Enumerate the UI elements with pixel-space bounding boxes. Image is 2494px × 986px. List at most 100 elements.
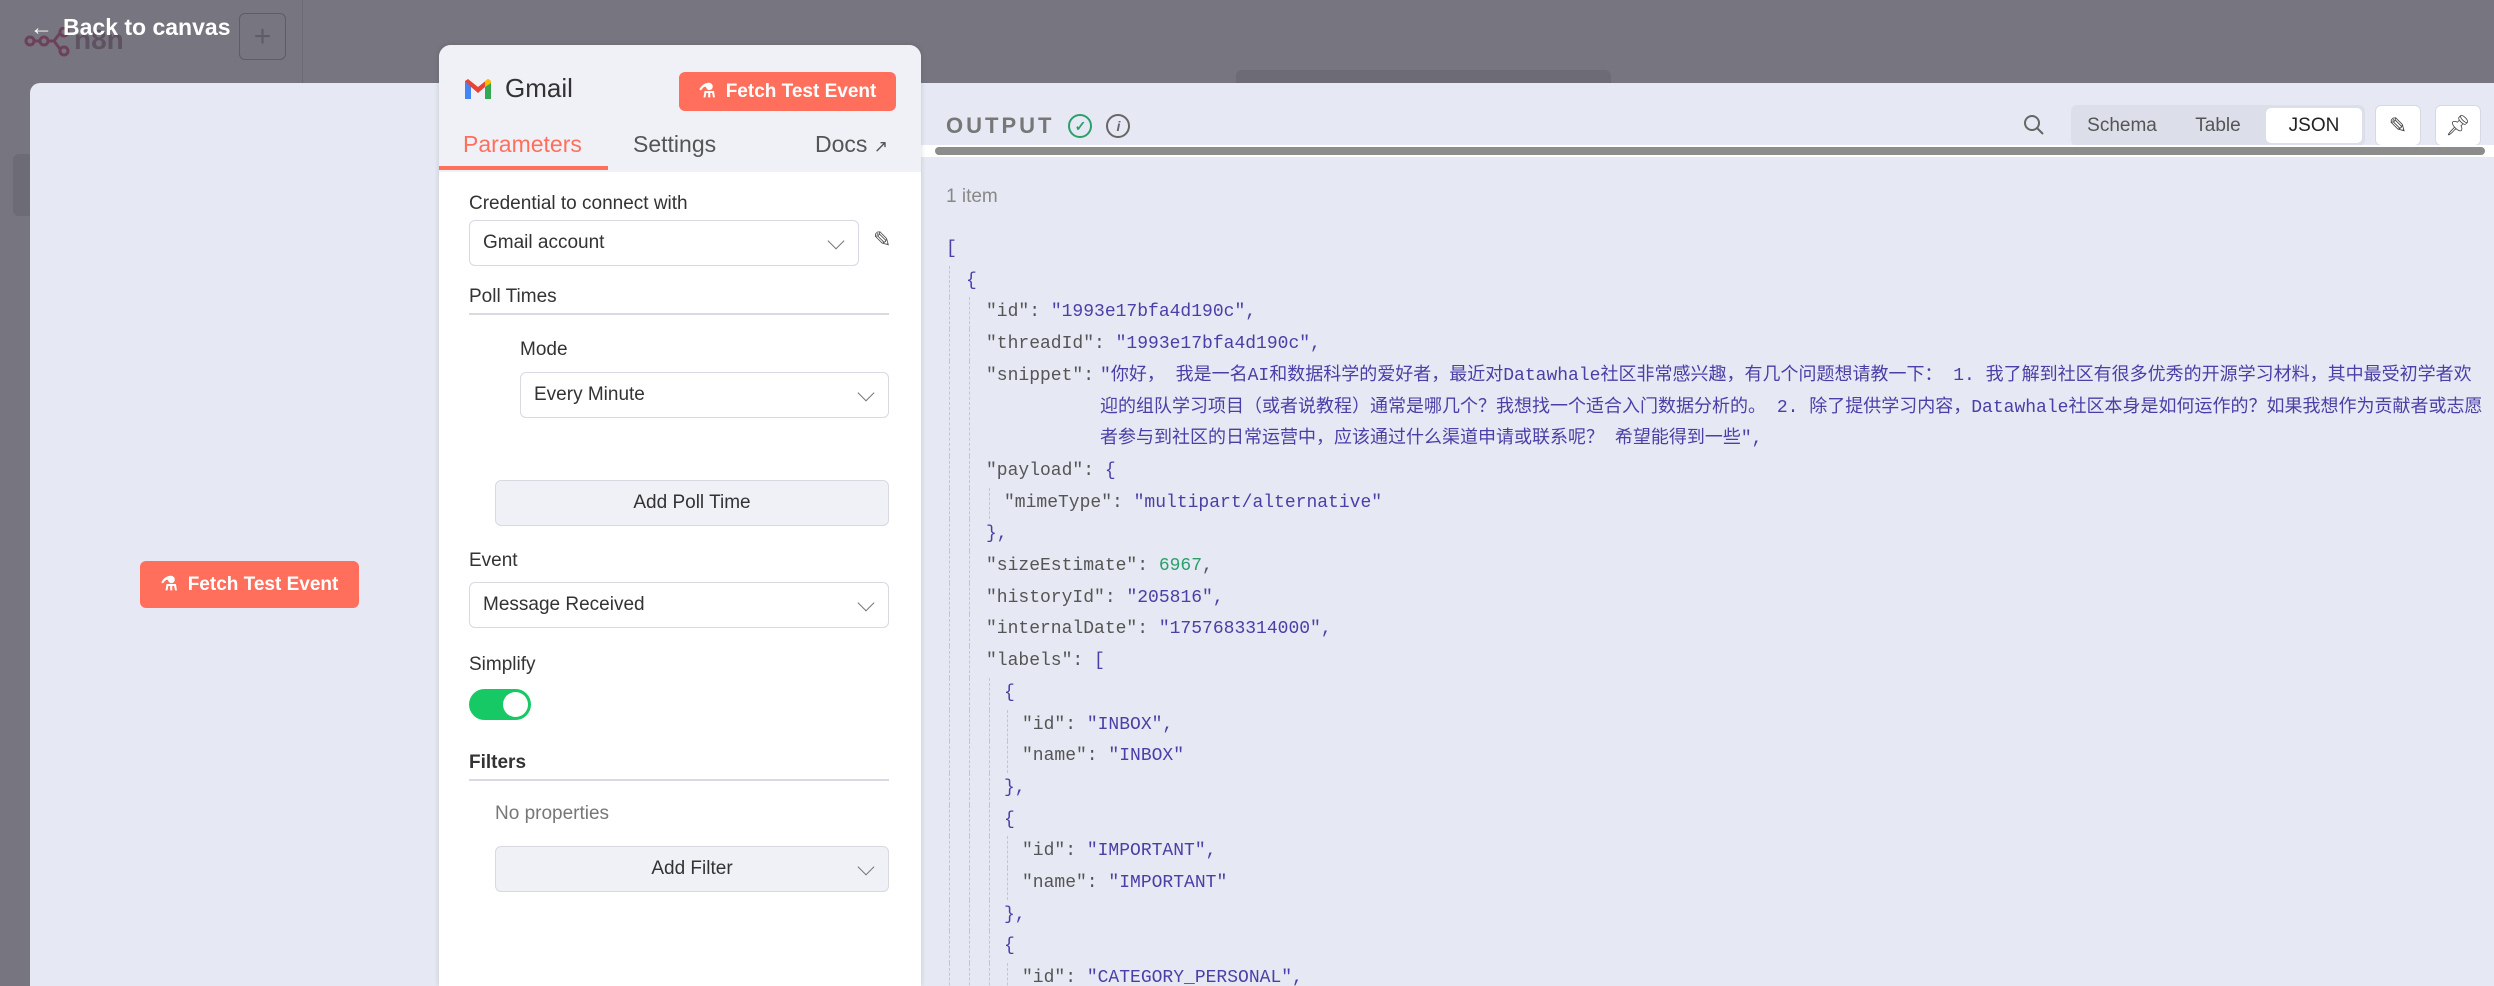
background-tab	[1236, 70, 1611, 84]
json-string-value: "IMPORTANT",	[1086, 841, 1217, 862]
json-string-value: "multipart/alternative"	[1133, 492, 1383, 513]
json-string-value: "205816",	[1126, 587, 1224, 608]
view-schema[interactable]: Schema	[2074, 108, 2170, 143]
json-line: },	[946, 899, 2486, 932]
back-to-canvas-link[interactable]: ← Back to canvas	[30, 14, 230, 41]
info-icon[interactable]: i	[1106, 114, 1131, 138]
json-line: "name": "IMPORTANT"	[946, 868, 2486, 900]
pencil-icon[interactable]: ✎	[873, 227, 891, 253]
json-key: "labels":	[986, 651, 1095, 672]
indent-guide	[949, 741, 950, 773]
indent-guide	[969, 899, 970, 932]
indent-guide	[989, 677, 990, 710]
indent-guide	[969, 709, 970, 742]
fetch-test-event-button[interactable]: ⚗ Fetch Test Event	[140, 561, 359, 608]
json-line: "id": "1993e17bfa4d190c",	[946, 297, 2486, 330]
event-select[interactable]: Message Received	[469, 582, 889, 628]
json-key: "threadId":	[986, 334, 1116, 355]
indent-guide	[949, 329, 950, 361]
scrollbar-thumb[interactable]	[935, 147, 2485, 155]
no-properties-text: No properties	[495, 803, 610, 824]
json-line: },	[946, 772, 2486, 805]
json-string-value: "你好， 我是一名AI和数据科学的爱好者，最近对Datawhale社区非常感兴趣…	[1100, 365, 2483, 450]
json-key: "name":	[1022, 746, 1109, 767]
json-line: "id": "INBOX",	[946, 709, 2486, 742]
indent-guide	[969, 804, 970, 837]
indent-guide	[969, 931, 970, 964]
json-key: "id":	[1022, 714, 1087, 735]
poll-times-label: Poll Times	[469, 286, 557, 307]
credential-select[interactable]: Gmail account	[469, 220, 859, 266]
add-poll-time-button[interactable]: Add Poll Time	[495, 480, 889, 526]
indent-guide	[949, 360, 950, 456]
indent-guide	[949, 931, 950, 964]
gmail-icon	[465, 78, 491, 99]
arrow-left-icon: ←	[30, 14, 53, 40]
add-node-button[interactable]: +	[239, 13, 286, 60]
json-line: [	[946, 234, 2486, 266]
node-title-text: Gmail	[505, 73, 573, 103]
indent-guide	[969, 772, 970, 805]
json-key: "payload":	[986, 460, 1105, 481]
indent-guide	[989, 487, 990, 520]
tab-settings[interactable]: Settings	[633, 131, 716, 158]
add-filter-button[interactable]: Add Filter	[495, 846, 889, 892]
pin-data-button[interactable]: 📌︎	[2435, 105, 2481, 146]
tab-parameters[interactable]: Parameters	[463, 131, 582, 158]
horizontal-scrollbar[interactable]	[921, 145, 2494, 157]
indent-guide	[949, 646, 950, 678]
simplify-label: Simplify	[469, 654, 536, 675]
tab-docs[interactable]: Docs ↗	[815, 131, 888, 158]
json-bracket: },	[986, 524, 1008, 545]
indent-guide	[989, 772, 990, 805]
indent-guide	[969, 582, 970, 615]
indent-guide	[989, 804, 990, 837]
fetch-test-event-button[interactable]: ⚗ Fetch Test Event	[679, 72, 896, 111]
button-label: Fetch Test Event	[725, 80, 877, 102]
divider	[469, 779, 889, 781]
indent-guide	[949, 709, 950, 742]
json-key: "sizeEstimate":	[986, 556, 1159, 577]
simplify-toggle[interactable]	[469, 689, 531, 720]
view-switcher: Schema Table JSON	[2071, 105, 2365, 146]
flask-icon: ⚗	[160, 574, 178, 595]
search-icon[interactable]	[2022, 113, 2046, 137]
indent-guide	[949, 297, 950, 330]
button-label: Fetch Test Event	[187, 573, 339, 595]
indent-guide	[989, 931, 990, 964]
json-bracket: {	[1004, 936, 1015, 957]
view-table[interactable]: Table	[2170, 108, 2266, 143]
indent-guide	[989, 868, 990, 900]
indent-guide	[989, 709, 990, 742]
flask-icon: ⚗	[698, 81, 716, 102]
indent-guide	[969, 677, 970, 710]
chevron-down-icon	[857, 858, 875, 876]
json-line: {	[946, 677, 2486, 710]
edit-output-button[interactable]: ✎	[2375, 105, 2421, 146]
json-string-value: "INBOX",	[1086, 714, 1174, 735]
json-line: "name": "INBOX"	[946, 741, 2486, 773]
view-json[interactable]: JSON	[2266, 108, 2362, 143]
indent-guide	[949, 582, 950, 615]
indent-guide	[949, 614, 950, 647]
indent-guide	[1007, 741, 1008, 773]
json-bracket: {	[1004, 809, 1015, 830]
json-string-value: "1757683314000",	[1158, 619, 1332, 640]
indent-guide	[969, 519, 970, 552]
indent-guide	[949, 487, 950, 520]
indent-guide	[949, 804, 950, 837]
mode-select[interactable]: Every Minute	[520, 372, 889, 418]
json-key: "mimeType":	[1004, 492, 1134, 513]
indent-guide	[1007, 868, 1008, 900]
json-number-value: 6967	[1158, 556, 1203, 577]
indent-guide	[969, 646, 970, 678]
json-bracket: [	[1094, 651, 1105, 672]
indent-guide	[949, 836, 950, 869]
indent-guide	[989, 899, 990, 932]
indent-guide	[949, 677, 950, 710]
output-title: OUTPUT	[946, 113, 1055, 138]
credential-value: Gmail account	[483, 232, 605, 253]
indent-guide	[969, 329, 970, 361]
json-line: "sizeEstimate": 6967,	[946, 551, 2486, 583]
indent-guide	[969, 836, 970, 869]
